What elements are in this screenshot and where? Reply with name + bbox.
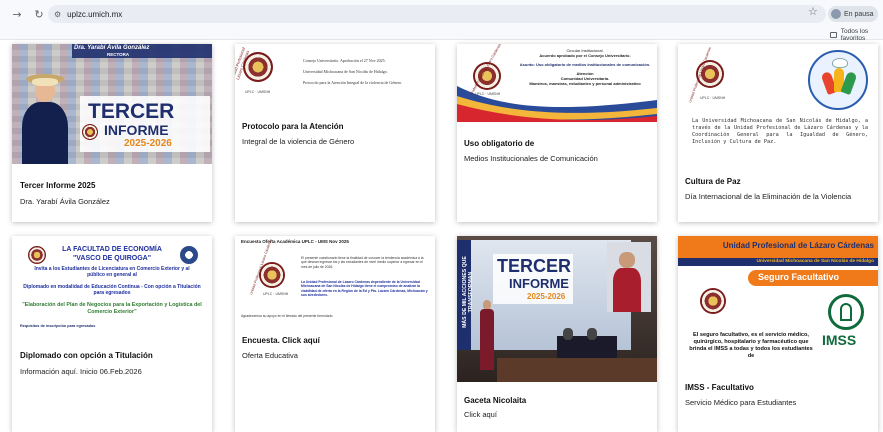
header-name: Dra. Yarabí Ávila González bbox=[74, 45, 150, 51]
card-title: Cultura de Paz bbox=[685, 177, 741, 186]
circular-line-2: Acuerdo aprobado por el Consejo Universi… bbox=[539, 53, 631, 58]
card-uso-obligatorio[interactable]: Unidad Profesional Lázaro Cárdenas UPLC … bbox=[457, 44, 657, 222]
doc-line-2: Universidad Michoacana de San Nicolás de… bbox=[303, 69, 388, 74]
circular-line-6: Maestros, maestras, estudiantes y person… bbox=[529, 81, 641, 86]
seguro-description: El seguro facultativo, es el servicio mé… bbox=[689, 332, 813, 359]
doc-line-1: Consejo Universitario. Aprobación el 27 … bbox=[303, 58, 386, 63]
card-image: Unidad Profesional Lázaro Cárdenas UPLC … bbox=[457, 44, 657, 122]
browser-toolbar: → ↻ ⚙ uplzc.umich.mx ☆ En pausa bbox=[0, 0, 883, 28]
card-gaceta[interactable]: MÁS DE MIL ACCIONES QUE TRANSFORMAN TERC… bbox=[457, 236, 657, 432]
university-seal-icon bbox=[82, 124, 98, 140]
rectora-photo bbox=[18, 74, 73, 164]
cultura-paragraph: La Universidad Michoacana de San Nicolás… bbox=[692, 118, 868, 145]
seal-sub: UPLC · UMSNH bbox=[475, 92, 501, 96]
card-encuesta[interactable]: Encuesta Oferta Académica UPLC - UMS Nov… bbox=[235, 236, 435, 432]
faculty-heading: LA FACULTAD DE ECONOMÍA bbox=[62, 246, 162, 253]
bookmarks-bar: Todos los favoritos bbox=[0, 28, 883, 42]
card-title: IMSS - Facultativo bbox=[685, 383, 754, 392]
card-tercer-informe[interactable]: Dra. Yarabí Ávila González RECTORA TERCE… bbox=[12, 44, 212, 222]
card-image: Unidad Profesional Lázaro Cárdenas UPLC … bbox=[235, 44, 435, 106]
card-image: Dra. Yarabí Ávila González RECTORA TERCE… bbox=[12, 44, 212, 164]
card-image: Encuesta Oferta Académica UPLC - UMS Nov… bbox=[235, 236, 435, 324]
card-title: Protocolo para la Atención bbox=[242, 122, 344, 131]
site-settings-icon[interactable]: ⚙ bbox=[54, 10, 61, 19]
peace-emblem-icon bbox=[808, 50, 868, 110]
imss-wordmark: IMSS bbox=[822, 332, 857, 348]
uplc-seal-icon bbox=[700, 288, 726, 314]
header-role: RECTORA bbox=[107, 52, 130, 57]
big-title-2: INFORME bbox=[509, 276, 569, 291]
card-text: Integral de la violencia de Género bbox=[242, 137, 355, 146]
years: 2025-2026 bbox=[527, 292, 566, 301]
header-univ: Universidad Michoacana de San Nicolás de… bbox=[756, 259, 874, 264]
attendee-figure bbox=[587, 328, 597, 340]
page-content: Dra. Yarabí Ávila González RECTORA TERCE… bbox=[0, 40, 883, 432]
faculty-subheading: "VASCO DE QUIROGA" bbox=[72, 255, 152, 262]
big-title-1: TERCER bbox=[88, 100, 175, 123]
card-title: Gaceta Nicolaita bbox=[464, 396, 527, 405]
card-text: Medios Institucionales de Comunicación bbox=[464, 154, 598, 163]
card-image: Unidad Profesional de Lázaro Cárdenas Un… bbox=[678, 236, 878, 368]
card-cultura-de-paz[interactable]: UPLC · UMSNH Unidad Profesional Lázaro C… bbox=[678, 44, 878, 222]
requisitos-text: Requisitos de inscripción para egresados bbox=[20, 324, 96, 328]
bookmark-star-icon[interactable]: ☆ bbox=[808, 5, 818, 18]
ribbon-text: Seguro Facultativo bbox=[758, 272, 840, 282]
card-text: Oferta Educativa bbox=[242, 351, 298, 360]
card-title: Diplomado con opción a Titulación bbox=[20, 351, 153, 360]
card-image: LA FACULTAD DE ECONOMÍA "VASCO DE QUIROG… bbox=[12, 236, 212, 336]
seal-sub: UPLC · UMSNH bbox=[245, 90, 271, 94]
url-text: uplzc.umich.mx bbox=[67, 9, 123, 19]
card-imss[interactable]: Unidad Profesional de Lázaro Cárdenas Un… bbox=[678, 236, 878, 432]
years: 2025-2026 bbox=[124, 138, 172, 149]
survey-p3: Agradecemos su apoyo en el llenado del p… bbox=[241, 314, 334, 318]
seal-sub: UPLC · UMSNH bbox=[263, 292, 289, 296]
card-image: MÁS DE MIL ACCIONES QUE TRANSFORMAN TERC… bbox=[457, 236, 657, 382]
diplomado-text: Diplomado en modalidad de Educación Cont… bbox=[23, 284, 201, 296]
card-image: UPLC · UMSNH Unidad Profesional Lázaro C… bbox=[678, 44, 878, 162]
card-text: Dra. Yarabí Ávila González bbox=[20, 197, 110, 206]
card-protocolo[interactable]: Unidad Profesional Lázaro Cárdenas UPLC … bbox=[235, 44, 435, 222]
card-diplomado[interactable]: LA FACULTAD DE ECONOMÍA "VASCO DE QUIROG… bbox=[12, 236, 212, 432]
reload-icon[interactable]: ↻ bbox=[30, 5, 48, 23]
big-title-1: TERCER bbox=[497, 256, 572, 276]
browser-window: → ↻ ⚙ uplzc.umich.mx ☆ En pausa Todos lo… bbox=[0, 0, 883, 432]
folder-icon bbox=[830, 32, 837, 38]
doc-line-3: Protocolo para la Atención Integral de l… bbox=[303, 80, 403, 85]
stage-floor bbox=[497, 358, 657, 382]
avatar bbox=[831, 9, 841, 19]
vertical-slogan: MÁS DE MIL ACCIONES QUE TRANSFORMAN bbox=[462, 256, 474, 328]
plan-negocios-text: "Elaboración del Plan de Negocios para l… bbox=[22, 302, 202, 315]
survey-p1: El presente cuestionario tiene la finali… bbox=[301, 256, 424, 269]
card-text: Día Internacional de la Eliminación de l… bbox=[685, 192, 852, 201]
header-unit: Unidad Profesional de Lázaro Cárdenas bbox=[722, 241, 874, 250]
card-title: Uso obligatorio de bbox=[464, 139, 535, 148]
circular-line-3: Asunto: Uso obligatorio de medios instit… bbox=[519, 62, 651, 67]
forward-icon[interactable]: → bbox=[8, 5, 26, 23]
card-text: Servicio Médico para Estudiantes bbox=[685, 398, 797, 407]
survey-header: Encuesta Oferta Académica UPLC - UMS Nov… bbox=[241, 239, 349, 244]
card-title: Encuesta. Click aquí bbox=[242, 336, 320, 345]
side-screen bbox=[607, 242, 651, 312]
profile-pause-button[interactable]: En pausa bbox=[828, 6, 878, 22]
invite-text: Invita a los Estudiantes de Licenciatura… bbox=[34, 266, 190, 278]
pause-label: En pausa bbox=[844, 10, 874, 18]
speaker-figure bbox=[479, 300, 495, 370]
seal-sub: UPLC · UMSNH bbox=[700, 96, 726, 100]
big-title-2: INFORME bbox=[104, 122, 169, 138]
card-title: Tercer Informe 2025 bbox=[20, 181, 96, 190]
attendee-figure bbox=[563, 328, 573, 340]
address-bar[interactable]: ⚙ uplzc.umich.mx bbox=[48, 5, 826, 23]
imss-logo-icon bbox=[828, 294, 864, 330]
card-text: Información aquí. Inicio 06.Feb.2026 bbox=[20, 367, 142, 376]
survey-p2: La Unidad Profesional de Lázaro Cárdenas… bbox=[301, 280, 428, 298]
card-text: Click aquí bbox=[464, 410, 497, 419]
